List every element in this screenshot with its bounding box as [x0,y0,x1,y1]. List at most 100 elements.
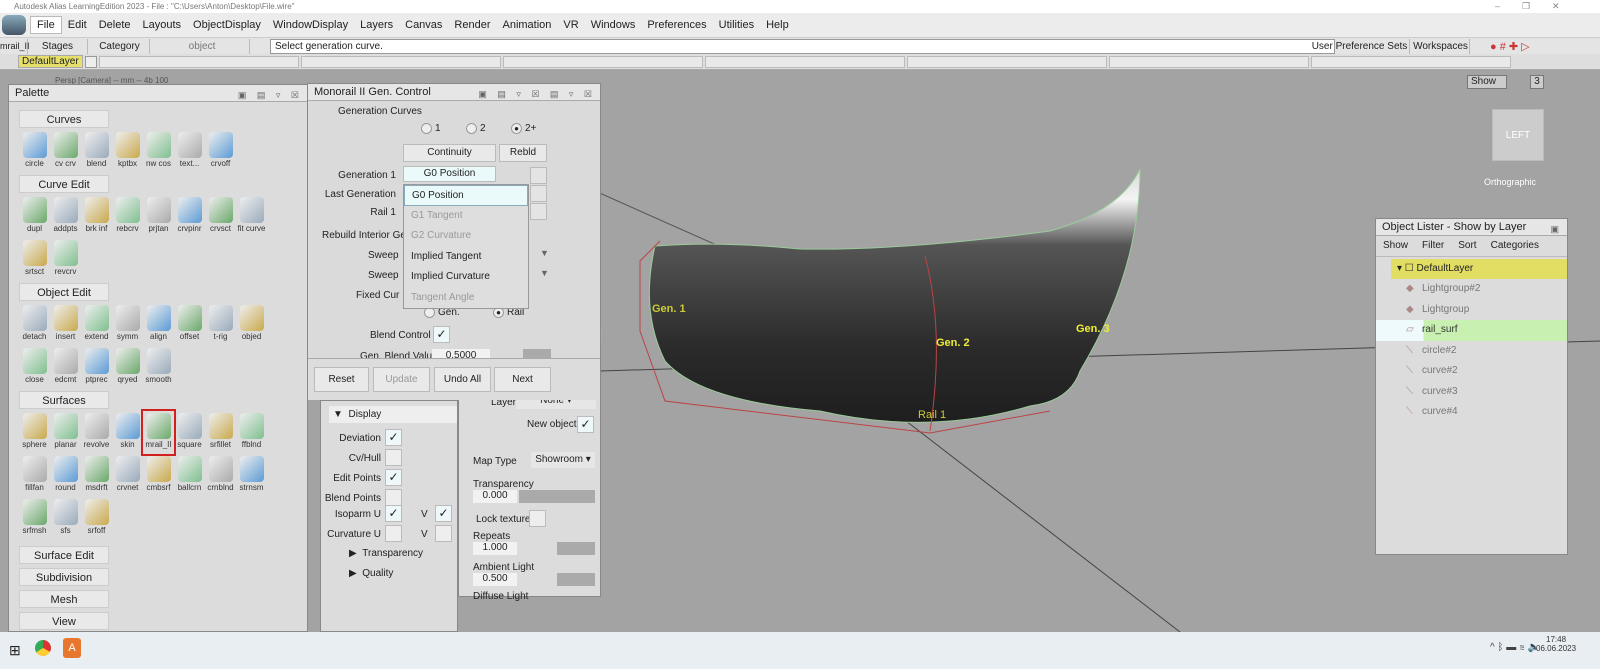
layer-slot[interactable] [1310,55,1511,68]
lister-item[interactable]: ⟍ curve#3 [1376,382,1567,403]
tool-ffblnd[interactable]: ffblnd [236,411,267,454]
system-tray-icons[interactable]: ^ ᛒ ▬ ≋ 🔈 [1490,642,1540,653]
menu-edit[interactable]: Edit [62,19,93,31]
reset-button[interactable]: Reset [314,367,369,392]
tool-crvnet[interactable]: crvnet [112,454,143,497]
tool-circle[interactable]: circle [19,130,50,173]
tool-extend[interactable]: extend [81,303,112,346]
layer-slot[interactable] [98,55,299,68]
tool-text---[interactable]: text... [174,130,205,173]
tool-crvpinr[interactable]: crvpinr [174,195,205,238]
tool-crnblnd[interactable]: crnblnd [205,454,236,497]
layer-slot[interactable] [300,55,501,68]
last-gen-checkbox[interactable] [530,185,547,202]
tool-crvsct[interactable]: crvsct [205,195,236,238]
tool-cmbsrf[interactable]: cmbsrf [143,454,174,497]
tool-qryed[interactable]: qryed [112,346,143,389]
menu-render[interactable]: Render [448,19,496,31]
menu-animation[interactable]: Animation [497,19,558,31]
tool-align[interactable]: align [143,303,174,346]
lock-texture-checkbox[interactable] [529,510,546,527]
dropdown-option-implied-tangent[interactable]: Implied Tangent [404,247,528,268]
lister-item[interactable]: ◆ Lightgroup [1376,300,1567,321]
tool-nw-cos[interactable]: nw cos [143,130,174,173]
sweep1-dropdown-arrow[interactable]: ▼ [540,248,549,258]
next-button[interactable]: Next [494,367,551,392]
display-cv-hull-checkbox[interactable] [385,449,402,466]
isoparm-v-checkbox[interactable]: ✓ [435,505,452,522]
dropdown-option-implied-curvature[interactable]: Implied Curvature [404,267,528,288]
tool-sfs[interactable]: sfs [50,497,81,540]
panel-controls-icon[interactable]: ▣ ▤ ▿ ☒ ▤ ▿ ☒ [478,86,596,103]
tool-t-rig[interactable]: t-rig [205,303,236,346]
menu-help[interactable]: Help [760,19,795,31]
object-picker[interactable]: object [155,39,250,54]
layer-visibility-toggle[interactable] [84,55,97,68]
tool-fit-curve[interactable]: fit curve [236,195,267,238]
tool-insert[interactable]: insert [50,303,81,346]
tool-close[interactable]: close [19,346,50,389]
display-edit-points-checkbox[interactable]: ✓ [385,469,402,486]
generation1-continuity-dropdown[interactable]: G0 Position [403,166,496,182]
tool-srfmsh[interactable]: srfmsh [19,497,50,540]
menu-file[interactable]: File [30,16,62,34]
menu-vr[interactable]: VR [557,19,584,31]
display-blend-points-checkbox[interactable] [385,489,402,506]
palette-section-surface-edit[interactable]: Surface Edit [19,546,109,564]
ambient-field[interactable]: 0.500 [473,573,517,586]
display-section-header[interactable]: ▼ Display [329,406,457,423]
tool-srtsct[interactable]: srtsct [19,238,50,281]
menu-canvas[interactable]: Canvas [399,19,448,31]
undo-all-button[interactable]: Undo All [434,367,491,392]
lister-item[interactable]: ⟍ curve#4 [1376,402,1567,423]
palette-section-surfaces[interactable]: Surfaces [19,391,109,409]
alias-logo-icon[interactable] [2,15,26,35]
tool-cv-crv[interactable]: cv crv [50,130,81,173]
tool-crvoff[interactable]: crvoff [205,130,236,173]
tool-fillfan[interactable]: fillfan [19,454,50,497]
transparency-field[interactable]: 0.000 [473,490,517,503]
display-deviation-checkbox[interactable]: ✓ [385,429,402,446]
rail1-checkbox[interactable] [530,203,547,220]
isoparm-u-checkbox[interactable]: ✓ [385,505,402,522]
palette-section-subdivision[interactable]: Subdivision [19,568,109,586]
category-button[interactable]: Category [90,39,150,54]
lister-item[interactable]: ⟍ curve#2 [1376,361,1567,382]
curvature-v-checkbox[interactable] [435,525,452,542]
palette-section-object-edit[interactable]: Object Edit [19,283,109,301]
lister-menu-categories[interactable]: Categories [1491,240,1539,252]
windows-start-icon[interactable]: ⊞ [9,642,21,659]
update-button[interactable]: Update [373,367,430,392]
palette-section-curves[interactable]: Curves [19,110,109,128]
lister-layer-row[interactable]: ▾ ☐ DefaultLayer [1391,259,1567,279]
tool-srfoff[interactable]: srfoff [81,497,112,540]
tool-ballcrn[interactable]: ballcrn [174,454,205,497]
palette-section-view[interactable]: View [19,612,109,630]
tool-edcmt[interactable]: edcmt [50,346,81,389]
gen-count-1-radio[interactable]: 1 [421,123,441,134]
tool-msdrft[interactable]: msdrft [81,454,112,497]
layer-slot[interactable] [906,55,1107,68]
viewcube[interactable]: LEFT [1492,109,1544,161]
layer-slot[interactable] [502,55,703,68]
menu-layers[interactable]: Layers [354,19,399,31]
user-preference-sets-button[interactable]: User Preference Sets [1310,39,1410,54]
tool-addpts[interactable]: addpts [50,195,81,238]
lister-menu-filter[interactable]: Filter [1422,240,1444,252]
menu-preferences[interactable]: Preferences [641,19,712,31]
repeats-slider[interactable] [557,542,595,555]
map-type-dropdown[interactable]: Showroom ▾ [531,452,595,468]
palette-section-mesh[interactable]: Mesh [19,590,109,608]
gen-blend-field[interactable]: 0.5000 [432,349,490,358]
tool-detach[interactable]: detach [19,303,50,346]
menu-utilities[interactable]: Utilities [713,19,760,31]
quality-section[interactable]: ▶ Quality [349,568,393,579]
menu-windowdisplay[interactable]: WindowDisplay [267,19,354,31]
lister-item[interactable]: ▱ rail_surf [1376,320,1567,341]
lister-item[interactable]: ⟍ circle#2 [1376,341,1567,362]
palette-section-curve-edit[interactable]: Curve Edit [19,175,109,193]
gen1-checkbox[interactable] [530,167,547,184]
layer-slot[interactable] [1108,55,1309,68]
tool-revcrv[interactable]: revcrv [50,238,81,281]
panel-controls-icon[interactable]: ▣ [1550,221,1563,238]
